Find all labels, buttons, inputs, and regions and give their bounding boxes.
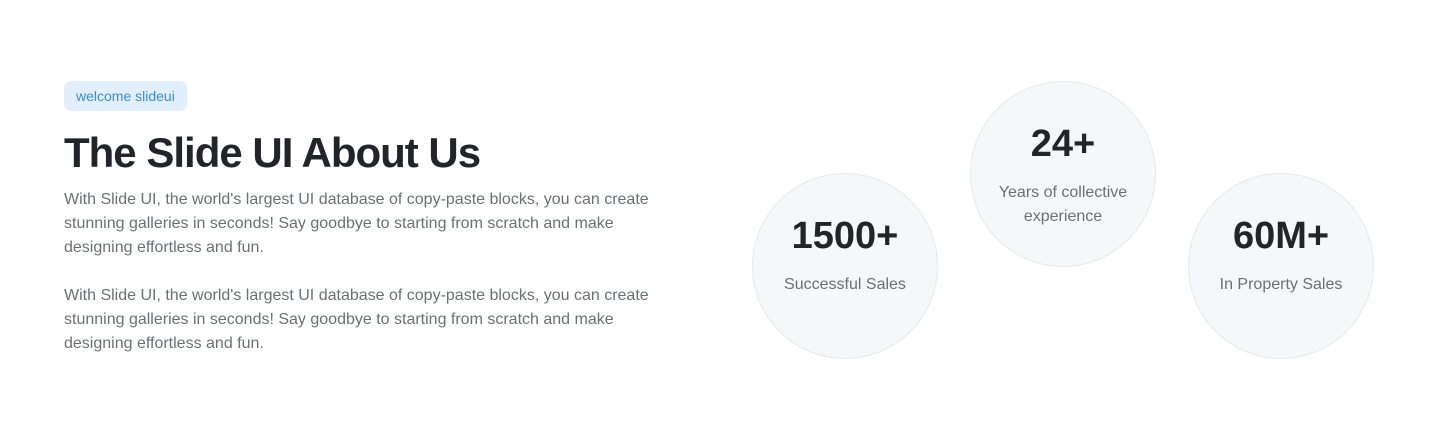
- stat-value: 1500+: [791, 215, 899, 257]
- stat-successful-sales: 1500+ Successful Sales: [752, 173, 938, 359]
- welcome-badge: welcome slideui: [64, 81, 187, 111]
- stat-label: Successful Sales: [784, 276, 906, 293]
- stat-label: In Property Sales: [1219, 276, 1343, 293]
- stat-value: 60M+: [1232, 215, 1330, 257]
- page-title: The Slide UI About Us: [64, 129, 481, 176]
- stat-value: 24+: [1030, 123, 1096, 165]
- about-paragraph-2: With Slide UI, the world's largest UI da…: [64, 287, 649, 352]
- about-section: welcome slideui The Slide UI About Us Wi…: [0, 0, 1440, 441]
- stat-property-sales: 60M+ In Property Sales: [1188, 173, 1374, 359]
- about-paragraph-1: With Slide UI, the world's largest UI da…: [64, 191, 649, 256]
- about-content: welcome slideui The Slide UI About Us Wi…: [64, 81, 684, 356]
- stat-label: Years of collective experience: [998, 184, 1128, 225]
- stat-years-experience: 24+ Years of collective experience: [970, 81, 1156, 267]
